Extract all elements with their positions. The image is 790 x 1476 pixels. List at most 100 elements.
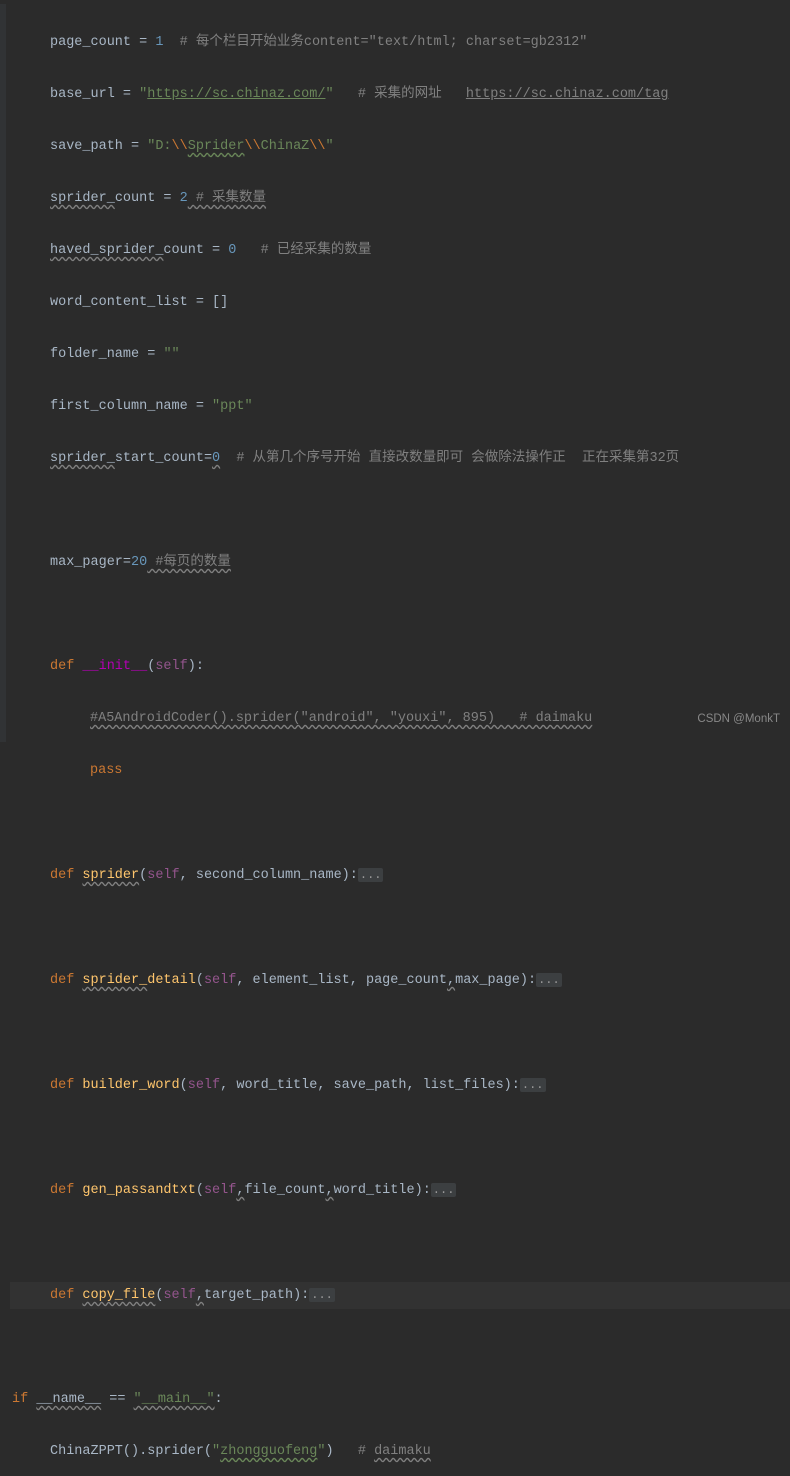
string: Sprider <box>188 139 245 154</box>
self-param: self <box>147 868 179 883</box>
comment: #每页的数量 <box>147 555 231 570</box>
comment: # 采集的网址 <box>334 87 466 102</box>
params: , second_column_name): <box>180 868 358 883</box>
function-name: copy_file <box>82 1288 155 1303</box>
string: "ppt" <box>212 399 253 414</box>
params: , element_list, page_count <box>236 973 447 988</box>
self-param: self <box>204 1183 236 1198</box>
blank-line <box>10 915 790 941</box>
params: target_path): <box>204 1288 309 1303</box>
params: , word_title, save_path, list_files): <box>220 1078 520 1093</box>
self-param: self <box>188 1078 220 1093</box>
url-comment[interactable]: https://sc.chinaz.com/tag <box>466 87 669 102</box>
code-line[interactable]: save_path = "D:\\Sprider\\ChinaZ\\" <box>10 134 790 160</box>
string: " <box>325 87 333 102</box>
fold-indicator[interactable]: ... <box>309 1288 335 1302</box>
comment: daimaku <box>374 1444 431 1459</box>
code-line[interactable]: def sprider_detail(self, element_list, p… <box>10 967 790 994</box>
variable: count <box>163 243 204 258</box>
comma: , <box>236 1183 244 1198</box>
keyword: def <box>50 1288 82 1303</box>
operator: = <box>131 35 155 50</box>
comment: # 每个栏目开始业务content="text/html; charset=gb… <box>163 35 587 50</box>
operator: = <box>139 347 163 362</box>
paren: ( <box>196 973 204 988</box>
blank-line <box>10 810 790 836</box>
blank-line <box>10 1230 790 1256</box>
code-line[interactable]: first_column_name = "ppt" <box>10 394 790 420</box>
code-line[interactable]: sprider_count = 2 # 采集数量 <box>10 186 790 212</box>
code-line[interactable]: max_pager=20 #每页的数量 <box>10 550 790 576</box>
variable: base_url <box>50 87 115 102</box>
function-name: builder_word <box>82 1078 179 1093</box>
paren: ( <box>139 868 147 883</box>
code-line[interactable]: folder_name = "" <box>10 342 790 368</box>
code-line[interactable]: #A5AndroidCoder().sprider("android", "yo… <box>10 706 790 732</box>
variable: haved_sprider_ <box>50 243 163 258</box>
keyword: def <box>50 868 82 883</box>
function-name: sprider_ <box>82 973 147 988</box>
function-name: gen_passandtxt <box>82 1183 195 1198</box>
keyword: def <box>50 1078 82 1093</box>
fold-indicator[interactable]: ... <box>536 973 562 987</box>
comma: , <box>325 1183 333 1198</box>
keyword: if <box>12 1392 36 1407</box>
operator: = <box>123 139 147 154</box>
code-line[interactable]: sprider_start_count=0 # 从第几个序号开始 直接改数量即可… <box>10 446 790 472</box>
code-line-highlighted[interactable]: def copy_file(self,target_path):... <box>10 1282 790 1309</box>
code-line[interactable]: haved_sprider_count = 0 # 已经采集的数量 <box>10 238 790 264</box>
operator: = <box>204 243 228 258</box>
operator: = <box>188 399 212 414</box>
code-line[interactable]: ChinaZPPT().sprider("zhongguofeng") # da… <box>10 1439 790 1465</box>
self-param: self <box>163 1288 195 1303</box>
comment: # 采集数量 <box>188 191 266 206</box>
variable: save_path <box>50 139 123 154</box>
string: " <box>317 1444 325 1459</box>
code-line[interactable]: def builder_word(self, word_title, save_… <box>10 1072 790 1099</box>
code-line[interactable]: def sprider(self, second_column_name):..… <box>10 862 790 889</box>
operator: = <box>155 191 179 206</box>
number: 0 <box>212 451 220 466</box>
blank-line <box>10 1125 790 1151</box>
code-line[interactable]: def gen_passandtxt(self,file_count,word_… <box>10 1177 790 1204</box>
params: max_page): <box>455 973 536 988</box>
blank-line <box>10 498 790 524</box>
variable: max_pager <box>50 555 123 570</box>
variable: folder_name <box>50 347 139 362</box>
fold-indicator[interactable]: ... <box>431 1183 457 1197</box>
call: ChinaZPPT().sprider( <box>50 1444 212 1459</box>
escape: \\ <box>309 139 325 154</box>
code-line[interactable]: pass <box>10 758 790 784</box>
code-line[interactable]: base_url = "https://sc.chinaz.com/" # 采集… <box>10 82 790 108</box>
operator: = [] <box>188 295 229 310</box>
fold-indicator[interactable]: ... <box>520 1078 546 1092</box>
variable: sprider_ <box>50 451 115 466</box>
keyword: def <box>50 1183 82 1198</box>
dunder: __name__ <box>36 1392 101 1407</box>
string: " <box>325 139 333 154</box>
fold-indicator[interactable]: ... <box>358 868 384 882</box>
keyword: def <box>50 659 82 674</box>
comment: #A5AndroidCoder().sprider("android", "yo… <box>90 711 592 726</box>
code-line[interactable]: page_count = 1 # 每个栏目开始业务content="text/h… <box>10 30 790 56</box>
code-line[interactable]: def __init__(self): <box>10 654 790 680</box>
blank-line <box>10 602 790 628</box>
string: " <box>212 1444 220 1459</box>
watermark: CSDN @MonkT <box>697 706 780 732</box>
operator: = <box>115 87 139 102</box>
operator: == <box>101 1392 133 1407</box>
code-line[interactable]: if __name__ == "__main__": <box>10 1387 790 1413</box>
code-line[interactable]: word_content_list = [] <box>10 290 790 316</box>
variable: start_count <box>115 451 204 466</box>
blank-line <box>10 1020 790 1046</box>
comment: # 从第几个序号开始 直接改数量即可 会做除法操作正 正在采集第32页 <box>220 451 679 466</box>
string: "D: <box>147 139 171 154</box>
params: file_count <box>244 1183 325 1198</box>
url-link[interactable]: https://sc.chinaz.com/ <box>147 87 325 102</box>
blank-line <box>10 1335 790 1361</box>
function-name: sprider <box>82 868 139 883</box>
code-editor[interactable]: page_count = 1 # 每个栏目开始业务content="text/h… <box>10 4 790 1476</box>
comment: # <box>358 1444 374 1459</box>
variable: sprider_ <box>50 191 115 206</box>
string: ChinaZ <box>261 139 310 154</box>
